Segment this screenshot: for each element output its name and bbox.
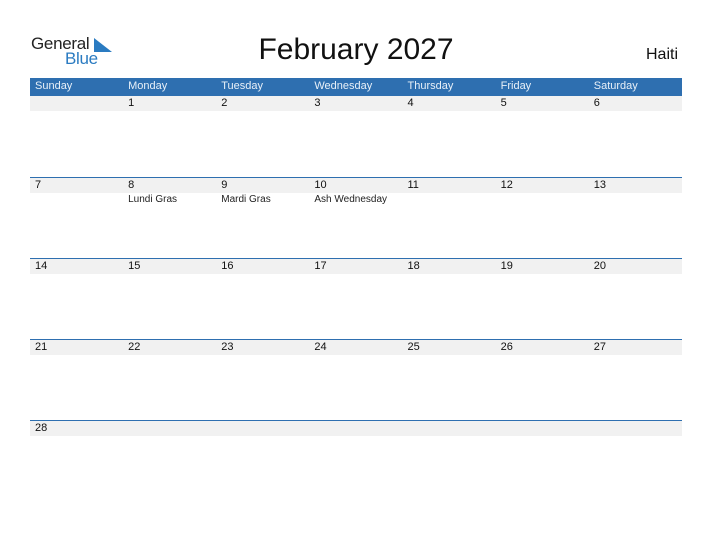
events-row xyxy=(30,436,682,437)
holiday-label xyxy=(589,355,682,356)
holiday-label xyxy=(30,436,123,437)
day-number: 18 xyxy=(407,260,420,272)
holiday-label xyxy=(309,274,402,275)
day-number xyxy=(589,421,682,436)
holiday-label xyxy=(309,355,402,356)
events-row xyxy=(30,111,682,112)
weekday-tuesday: Tuesday xyxy=(221,80,264,92)
day-number: 11 xyxy=(407,179,419,191)
holiday-label xyxy=(30,111,123,112)
holiday-label xyxy=(403,111,496,112)
holiday-label xyxy=(403,436,496,437)
day-number: 16 xyxy=(221,260,234,272)
weekday-thursday: Thursday xyxy=(407,80,454,92)
holiday-label xyxy=(30,193,123,205)
holiday-label xyxy=(496,436,589,437)
day-number xyxy=(30,96,123,111)
holiday-label xyxy=(30,274,123,275)
day-number: 22 xyxy=(128,341,141,353)
holiday-label xyxy=(123,111,216,112)
holiday-label xyxy=(216,355,309,356)
day-number: 27 xyxy=(593,341,606,353)
holiday-label xyxy=(403,274,496,275)
holiday-label xyxy=(403,193,496,205)
day-number: 6 xyxy=(593,97,600,109)
calendar-week: 14 15 16 17 18 19 20 xyxy=(30,258,682,339)
day-number xyxy=(496,421,589,436)
weekday-saturday: Saturday xyxy=(593,80,638,92)
weekday-friday: Friday xyxy=(500,80,532,92)
date-strip: 7 8 9 10 11 12 13 xyxy=(30,178,682,193)
holiday-label xyxy=(589,111,682,112)
holiday-label xyxy=(589,193,682,205)
day-number: 4 xyxy=(407,97,414,109)
day-number: 17 xyxy=(314,260,327,272)
holiday-label xyxy=(30,355,123,356)
weekday-header: Sunday Monday Tuesday Wednesday Thursday… xyxy=(30,78,682,96)
day-number xyxy=(309,421,402,436)
country-label: Haiti xyxy=(645,46,678,63)
day-number: 24 xyxy=(314,341,327,353)
day-number: 7 xyxy=(35,179,42,191)
holiday-label xyxy=(496,274,589,275)
day-number: 28 xyxy=(35,422,48,434)
day-number: 19 xyxy=(500,260,513,272)
holiday-label xyxy=(496,355,589,356)
weekday-wednesday: Wednesday xyxy=(314,80,373,92)
page-title: February 2027 xyxy=(258,33,454,66)
day-number: 9 xyxy=(221,179,228,191)
day-number: 3 xyxy=(314,97,321,109)
day-number: 25 xyxy=(407,341,420,353)
date-strip: 14 15 16 17 18 19 20 xyxy=(30,259,682,274)
holiday-label xyxy=(309,111,402,112)
day-number: 12 xyxy=(500,179,513,191)
holiday-label: Ash Wednesday xyxy=(314,194,388,205)
holiday-label xyxy=(496,193,589,205)
calendar-grid: Sunday Monday Tuesday Wednesday Thursday… xyxy=(30,78,682,501)
date-strip: 1 2 3 4 5 6 xyxy=(30,96,682,111)
events-row xyxy=(30,355,682,356)
calendar-week: 1 2 3 4 5 6 xyxy=(30,96,682,177)
day-number xyxy=(403,421,496,436)
events-row xyxy=(30,274,682,275)
day-number: 2 xyxy=(221,97,228,109)
day-number: 10 xyxy=(314,179,327,191)
day-number: 21 xyxy=(35,341,48,353)
day-number: 26 xyxy=(500,341,513,353)
holiday-label xyxy=(496,111,589,112)
day-number: 13 xyxy=(593,179,606,191)
holiday-label xyxy=(589,436,682,437)
holiday-label xyxy=(309,436,402,437)
day-number: 14 xyxy=(35,260,48,272)
calendar-week: 7 8 9 10 11 12 13 Lundi Gras Mardi Gras Ash Wedne… xyxy=(30,177,682,258)
day-number: 8 xyxy=(128,179,135,191)
day-number xyxy=(216,421,309,436)
day-number: 20 xyxy=(593,260,606,272)
events-row: Lundi Gras Mardi Gras Ash Wednesday xyxy=(30,193,682,205)
holiday-label: Mardi Gras xyxy=(221,194,271,205)
weekday-sunday: Sunday xyxy=(35,80,73,92)
holiday-label xyxy=(216,274,309,275)
day-number xyxy=(123,421,216,436)
calendar-week: 28 xyxy=(30,420,682,501)
calendar-week: 21 22 23 24 25 26 27 xyxy=(30,339,682,420)
date-strip: 21 22 23 24 25 26 27 xyxy=(30,340,682,355)
weekday-monday: Monday xyxy=(128,80,168,92)
holiday-label xyxy=(403,355,496,356)
day-number: 1 xyxy=(128,97,135,109)
holiday-label xyxy=(123,436,216,437)
holiday-label xyxy=(216,436,309,437)
holiday-label xyxy=(589,274,682,275)
day-number: 23 xyxy=(221,341,234,353)
date-strip: 28 xyxy=(30,421,682,436)
day-number: 5 xyxy=(500,97,507,109)
holiday-label xyxy=(216,111,309,112)
holiday-label xyxy=(123,355,216,356)
day-number: 15 xyxy=(128,260,141,272)
holiday-label: Lundi Gras xyxy=(128,194,178,205)
holiday-label xyxy=(123,274,216,275)
